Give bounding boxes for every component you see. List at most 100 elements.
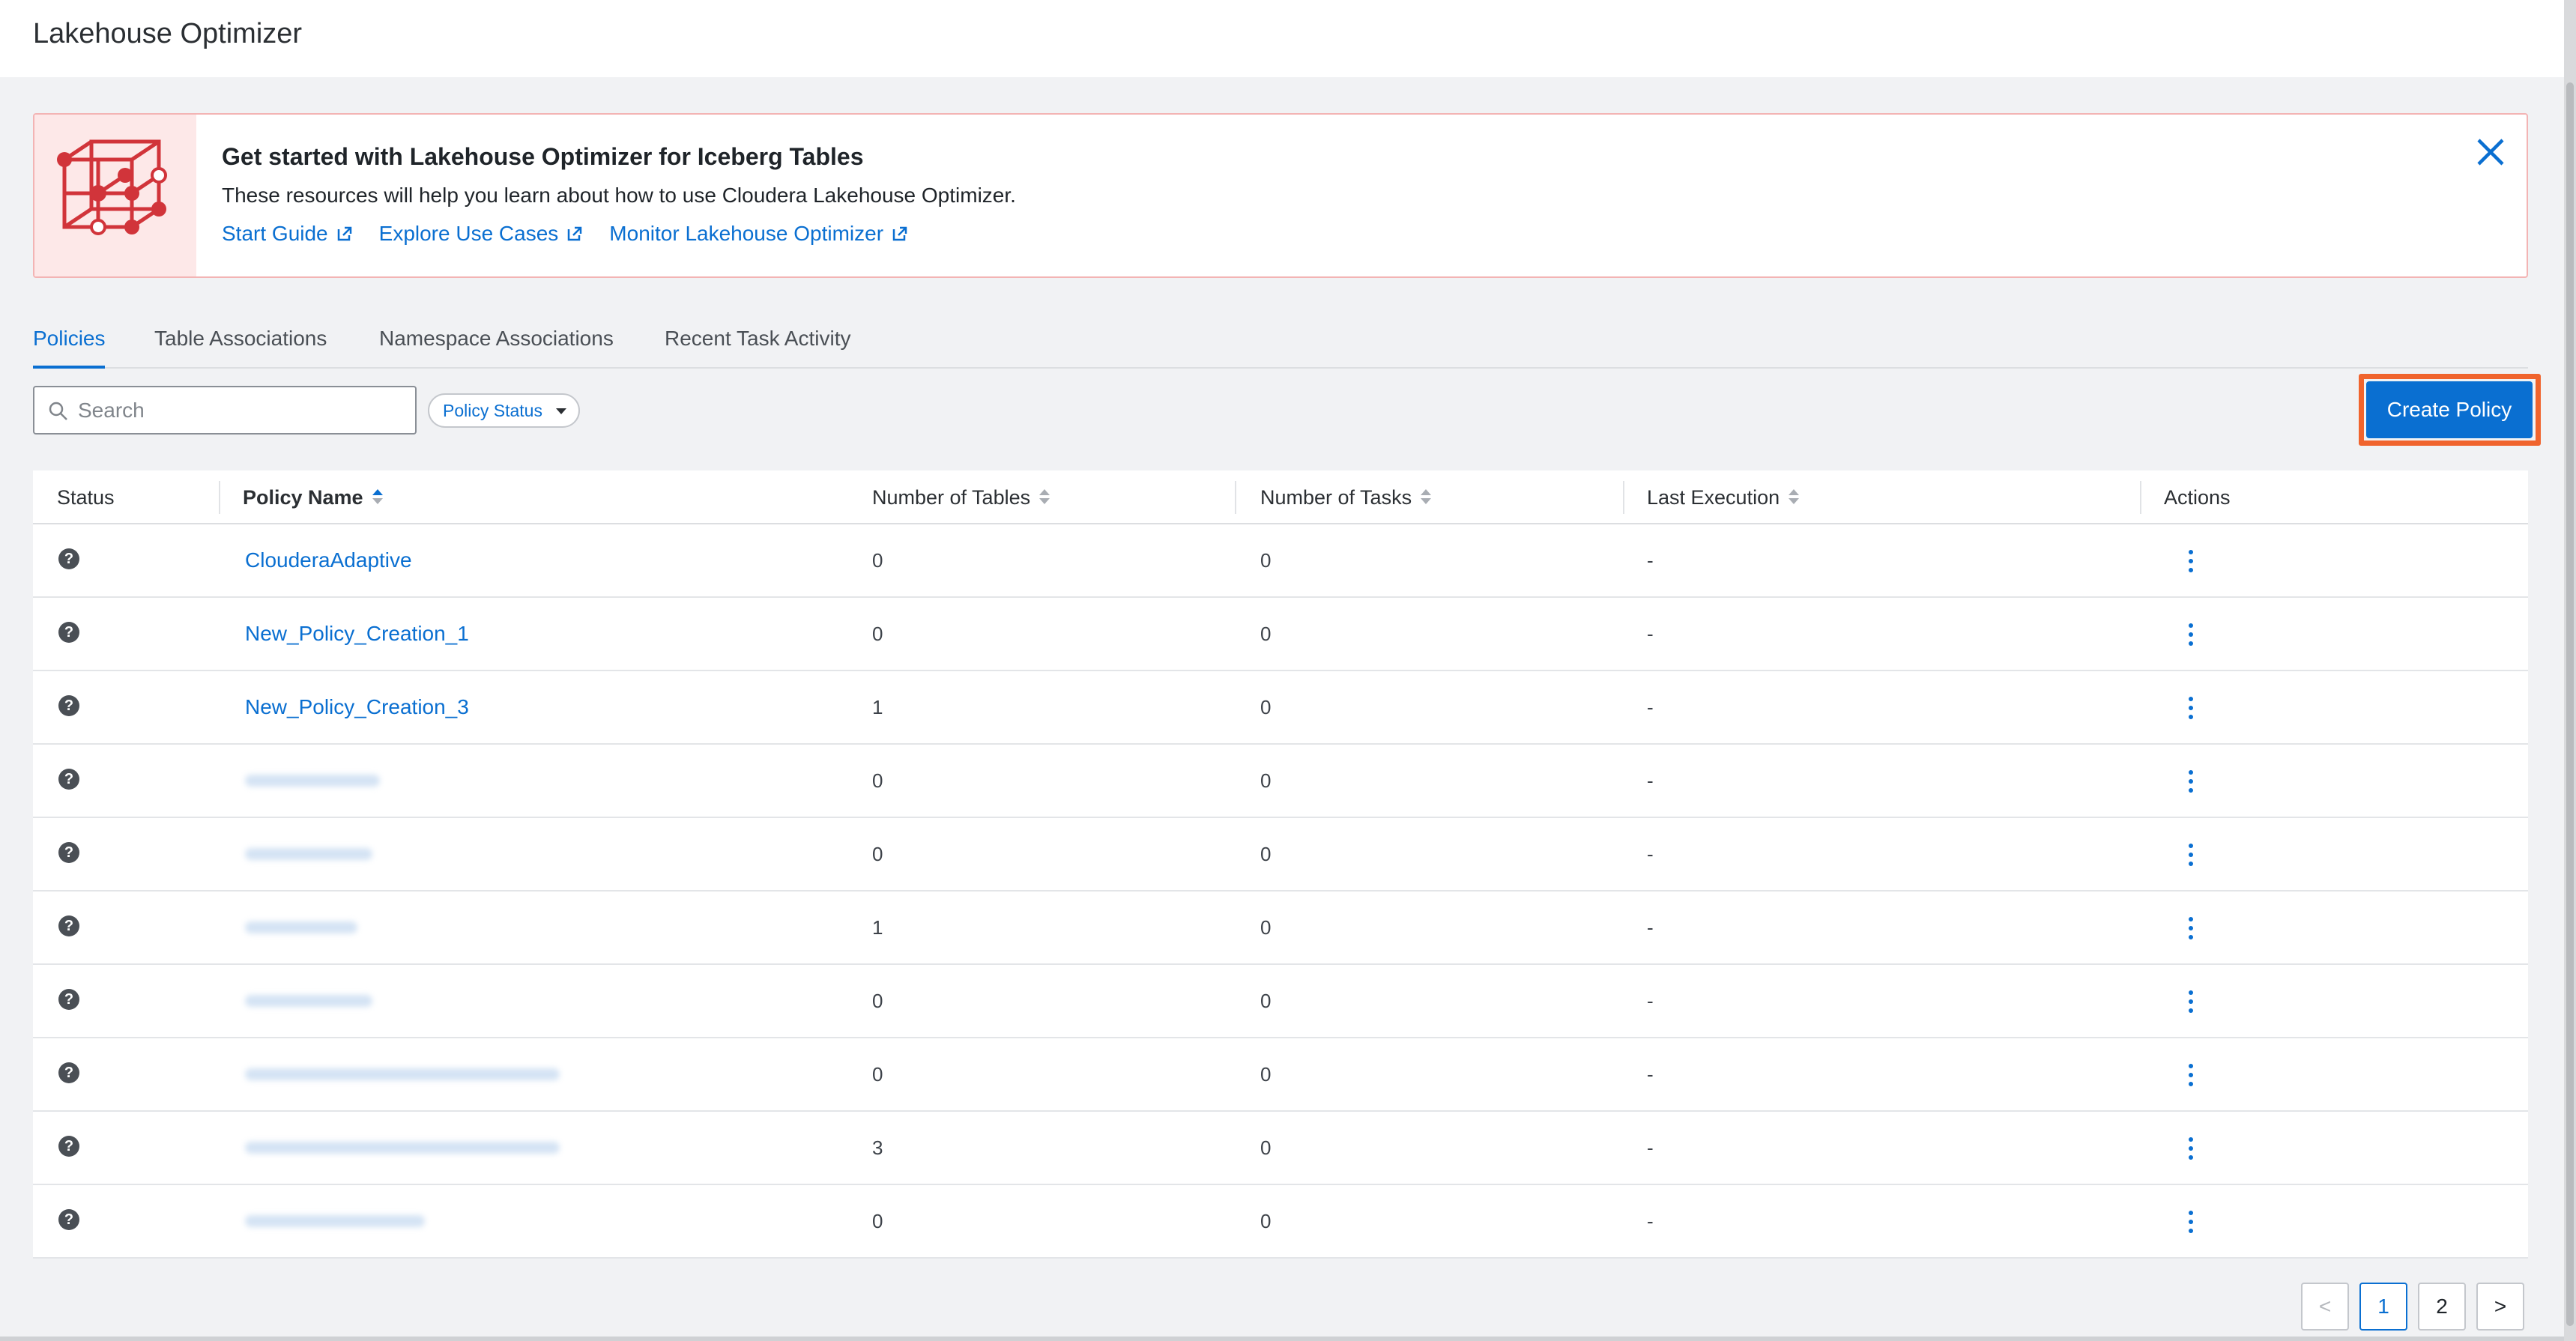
banner-description: These resources will help you learn abou… [222, 184, 1016, 207]
status-unknown-icon: ? [58, 1062, 79, 1083]
number-of-tables-cell: 1 [872, 695, 883, 718]
start-guide-label: Start Guide [222, 222, 328, 245]
column-header-number-of-tables[interactable]: Number of Tables [872, 470, 1050, 524]
page-title: Lakehouse Optimizer [33, 18, 303, 49]
redacted-policy-name[interactable] [245, 848, 372, 860]
redacted-policy-name[interactable] [245, 921, 357, 933]
row-actions-menu-icon[interactable] [2183, 770, 2198, 793]
row-actions-menu-icon[interactable] [2183, 550, 2198, 572]
table-row: ? New_Policy_Creation_1 0 0 - [33, 598, 2528, 671]
last-execution-cell: - [1647, 915, 1654, 939]
row-actions-menu-icon[interactable] [2183, 623, 2198, 646]
create-policy-button[interactable]: Create Policy [2366, 381, 2533, 438]
column-header-last-execution[interactable]: Last Execution [1647, 470, 1800, 524]
table-row: ? 0 0 - [33, 965, 2528, 1038]
status-unknown-icon: ? [58, 548, 79, 569]
status-unknown-icon: ? [58, 1209, 79, 1230]
policy-status-filter[interactable]: Policy Status [428, 393, 580, 428]
number-of-tables-cell: 0 [872, 622, 883, 645]
previous-page-button[interactable]: < [2301, 1283, 2349, 1331]
number-of-tables-cell: 0 [872, 842, 883, 865]
status-unknown-icon: ? [58, 769, 79, 790]
status-unknown-icon: ? [58, 1136, 79, 1157]
tab-recent-task-activity[interactable]: Recent Task Activity [665, 327, 850, 369]
banner-links: Start Guide Explore Use Cases Monitor La… [222, 222, 909, 246]
table-row: ? ClouderaAdaptive 0 0 - [33, 524, 2528, 598]
policy-name-link[interactable]: New_Policy_Creation_1 [245, 622, 469, 646]
row-actions-menu-icon[interactable] [2183, 917, 2198, 939]
policy-name-link[interactable]: New_Policy_Creation_3 [245, 695, 469, 719]
redacted-policy-name[interactable] [245, 775, 380, 787]
monitor-lakehouse-optimizer-label: Monitor Lakehouse Optimizer [609, 222, 884, 245]
sort-icon [372, 489, 383, 506]
number-of-tables-cell: 0 [872, 548, 883, 572]
tab-policies[interactable]: Policies [33, 327, 106, 369]
policy-name-cell [245, 965, 372, 1037]
monitor-lakehouse-optimizer-link[interactable]: Monitor Lakehouse Optimizer [609, 222, 909, 246]
row-actions-menu-icon[interactable] [2183, 1064, 2198, 1086]
redacted-policy-name[interactable] [245, 1142, 560, 1154]
status-unknown-icon: ? [58, 695, 79, 716]
external-link-icon [892, 226, 907, 241]
redacted-policy-name[interactable] [245, 1068, 560, 1080]
column-divider [1623, 481, 1624, 514]
status-unknown-icon: ? [58, 989, 79, 1010]
number-of-tasks-cell: 0 [1260, 769, 1272, 792]
table-row: ? New_Policy_Creation_3 1 0 - [33, 671, 2528, 745]
policy-name-cell [245, 1112, 560, 1184]
row-actions-menu-icon[interactable] [2183, 1211, 2198, 1233]
table-header: Status Policy Name Number of Tables Numb… [33, 470, 2528, 524]
close-banner-button[interactable] [2474, 136, 2507, 169]
table-row: ? 0 0 - [33, 1185, 2528, 1259]
last-execution-cell: - [1647, 769, 1654, 792]
row-actions-menu-icon[interactable] [2183, 697, 2198, 719]
window-bottom-edge [0, 1337, 2564, 1341]
policy-name-cell [245, 892, 357, 963]
policy-name-cell [245, 1185, 425, 1257]
app-header: Lakehouse Optimizer [0, 0, 2564, 77]
iceberg-cube-icon [57, 139, 167, 235]
redacted-policy-name[interactable] [245, 995, 372, 1007]
number-of-tasks-cell: 0 [1260, 915, 1272, 939]
row-actions-menu-icon[interactable] [2183, 990, 2198, 1013]
sort-icon [1789, 489, 1800, 506]
number-of-tasks-cell: 0 [1260, 842, 1272, 865]
policy-name-cell: ClouderaAdaptive [245, 524, 412, 596]
last-execution-cell: - [1647, 695, 1654, 718]
column-header-number-of-tasks[interactable]: Number of Tasks [1260, 470, 1432, 524]
table-row: ? 0 0 - [33, 1038, 2528, 1112]
tab-bar: Policies Table Associations Namespace As… [33, 322, 2528, 369]
vertical-scrollbar[interactable] [2564, 0, 2576, 1341]
number-of-tasks-cell: 0 [1260, 1209, 1272, 1232]
next-page-button[interactable]: > [2476, 1283, 2524, 1331]
number-of-tasks-cell: 0 [1260, 622, 1272, 645]
last-execution-cell: - [1647, 842, 1654, 865]
policy-status-label: Policy Status [443, 400, 542, 420]
table-row: ? 1 0 - [33, 892, 2528, 965]
tab-namespace-associations[interactable]: Namespace Associations [379, 327, 614, 369]
row-actions-menu-icon[interactable] [2183, 1137, 2198, 1160]
chevron-down-icon [556, 408, 566, 414]
search-icon [49, 402, 67, 420]
explore-use-cases-link[interactable]: Explore Use Cases [379, 222, 584, 246]
column-divider [1235, 481, 1236, 514]
last-execution-cell: - [1647, 1209, 1654, 1232]
number-of-tables-cell: 0 [872, 989, 883, 1012]
policy-name-link[interactable]: ClouderaAdaptive [245, 548, 412, 572]
column-header-policy-name[interactable]: Policy Name [243, 470, 383, 524]
row-actions-menu-icon[interactable] [2183, 844, 2198, 866]
explore-use-cases-label: Explore Use Cases [378, 222, 559, 245]
page-2-button[interactable]: 2 [2418, 1283, 2466, 1331]
tab-table-associations[interactable]: Table Associations [154, 327, 327, 369]
number-of-tables-cell: 1 [872, 915, 883, 939]
policies-table: Status Policy Name Number of Tables Numb… [33, 470, 2528, 1259]
start-guide-link[interactable]: Start Guide [222, 222, 354, 246]
page-1-button[interactable]: 1 [2359, 1283, 2407, 1331]
close-icon [2477, 139, 2504, 166]
table-row: ? 0 0 - [33, 745, 2528, 818]
scrollbar-thumb[interactable] [2566, 82, 2574, 1326]
policy-name-cell: New_Policy_Creation_3 [245, 671, 469, 743]
redacted-policy-name[interactable] [245, 1215, 425, 1227]
search-input[interactable] [78, 395, 408, 426]
banner-illustration [34, 115, 196, 276]
